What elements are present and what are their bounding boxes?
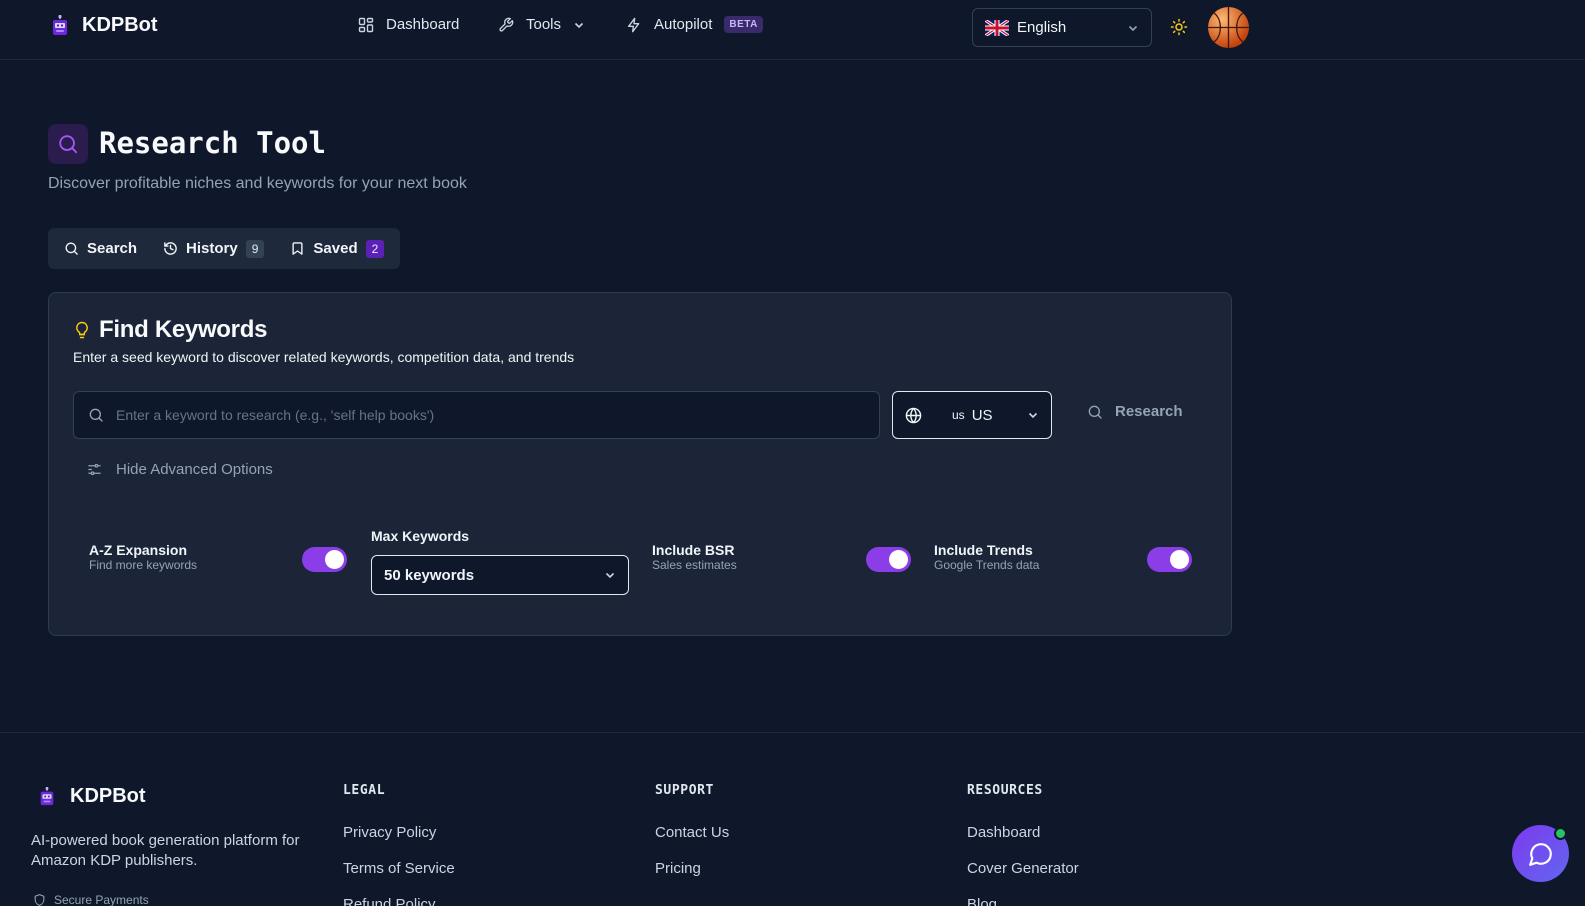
footer-link-contact[interactable]: Contact Us [655,823,729,842]
sun-icon[interactable] [1170,18,1188,36]
nav-tools[interactable]: Tools [498,16,585,33]
az-expansion-label: A-Z Expansion [89,542,188,558]
max-keywords-select[interactable]: 50 keywords [371,555,629,595]
tab-history-label: History [186,240,238,257]
lightbulb-icon [73,319,91,341]
footer-link-refund[interactable]: Refund Policy [343,895,455,906]
include-trends-sub: Google Trends data [934,558,1040,572]
footer-description: AI-powered book generation platform for … [31,832,300,869]
option-include-bsr: Include BSR Sales estimates [652,542,737,572]
option-include-trends: Include Trends Google Trends data [934,542,1039,572]
nav-autopilot-label: Autopilot [654,16,713,33]
nav-tools-label: Tools [526,16,562,33]
language-label: English [1017,19,1067,36]
tab-search-label: Search [87,240,138,257]
chat-bubble-icon [1528,841,1554,867]
beta-badge: BETA [724,16,763,33]
globe-icon [905,407,922,424]
nav-dashboard[interactable]: Dashboard [358,16,459,33]
page-subtitle: Discover profitable niches and keywords … [48,175,467,192]
page-title: Research Tool [99,126,326,160]
footer-brand-name: KDPBot [70,785,146,807]
footer: KDPBot AI-powered book generation platfo… [0,732,1585,906]
country-code: US [971,406,993,424]
history-icon [163,241,178,256]
footer-link-terms[interactable]: Terms of Service [343,859,455,878]
history-count-badge: 9 [245,239,265,258]
research-tabs: Search History 9 Saved 2 [48,228,400,269]
footer-brand[interactable]: KDPBot [38,785,146,808]
chevron-down-icon [1127,22,1139,34]
robot-logo-icon [38,786,56,807]
include-trends-toggle[interactable] [1147,547,1192,572]
card-title: Find Keywords [99,316,268,343]
tab-history[interactable]: History 9 [163,239,265,258]
footer-link-pricing[interactable]: Pricing [655,859,729,878]
tab-saved[interactable]: Saved 2 [290,239,385,258]
footer-resources-heading: RESOURCES [967,783,1043,798]
online-status-dot [1554,827,1567,840]
search-icon [64,241,79,256]
keyword-input[interactable] [116,407,865,423]
grid-icon [358,17,374,33]
advanced-options-toggle[interactable]: Hide Advanced Options [87,461,273,478]
uk-flag-icon [985,19,1009,36]
chevron-down-icon [1027,409,1039,421]
include-bsr-toggle[interactable] [866,547,911,572]
footer-legal: LEGAL Privacy Policy Terms of Service Re… [343,783,455,906]
robot-logo-icon [50,14,70,37]
avatar[interactable] [1208,7,1249,48]
saved-count-badge: 2 [365,239,385,258]
footer-link-blog[interactable]: Blog [967,895,1079,906]
brand[interactable]: KDPBot [50,14,158,37]
search-icon [48,124,88,164]
footer-link-privacy[interactable]: Privacy Policy [343,823,455,842]
search-icon [88,407,104,423]
brand-name: KDPBot [82,14,158,36]
research-button-label: Research [1115,403,1183,420]
chevron-down-icon [604,569,616,581]
lightning-icon [626,17,642,33]
country-code-small: us [952,408,965,422]
include-bsr-sub: Sales estimates [652,558,737,572]
card-header: Find Keywords [73,316,267,344]
find-keywords-card: Find Keywords Enter a seed keyword to di… [48,292,1232,636]
wrench-icon [498,17,514,33]
chat-button[interactable] [1512,825,1569,882]
footer-support-heading: SUPPORT [655,783,714,798]
nav-dashboard-label: Dashboard [386,16,460,33]
option-az-expansion: A-Z Expansion Find more keywords [89,542,197,572]
shield-icon [33,893,46,906]
research-button[interactable]: Research [1087,403,1183,420]
max-keywords-value: 50 keywords [384,566,475,584]
include-trends-label: Include Trends [934,542,1033,558]
sliders-icon [87,462,102,477]
footer-resources: RESOURCES Dashboard Cover Generator Blog [967,783,1079,906]
toggle-knob [325,550,344,569]
card-description: Enter a seed keyword to discover related… [73,349,575,365]
az-expansion-toggle[interactable] [302,547,347,572]
footer-link-cover-generator[interactable]: Cover Generator [967,859,1079,878]
top-navbar: KDPBot Dashboard Tools Autopilot BETA En… [0,0,1585,60]
bookmark-icon [290,241,305,256]
max-keywords-label: Max Keywords [371,528,470,544]
chevron-down-icon [573,19,585,31]
country-select[interactable]: us US [892,391,1052,439]
footer-legal-heading: LEGAL [343,783,386,798]
language-select[interactable]: English [972,8,1152,47]
secure-payments-label: Secure Payments [54,893,149,906]
nav-autopilot[interactable]: Autopilot BETA [626,16,763,33]
footer-link-dashboard[interactable]: Dashboard [967,823,1079,842]
footer-support: SUPPORT Contact Us Pricing [655,783,729,895]
tab-search[interactable]: Search [64,240,137,257]
toggle-knob [889,550,908,569]
advanced-options-label: Hide Advanced Options [116,461,273,478]
az-expansion-sub: Find more keywords [89,558,198,572]
keyword-search-field[interactable] [73,391,880,439]
toggle-knob [1170,550,1189,569]
tab-saved-label: Saved [313,240,358,257]
secure-payments: Secure Payments [33,893,149,906]
search-icon [1087,404,1103,420]
include-bsr-label: Include BSR [652,542,735,558]
